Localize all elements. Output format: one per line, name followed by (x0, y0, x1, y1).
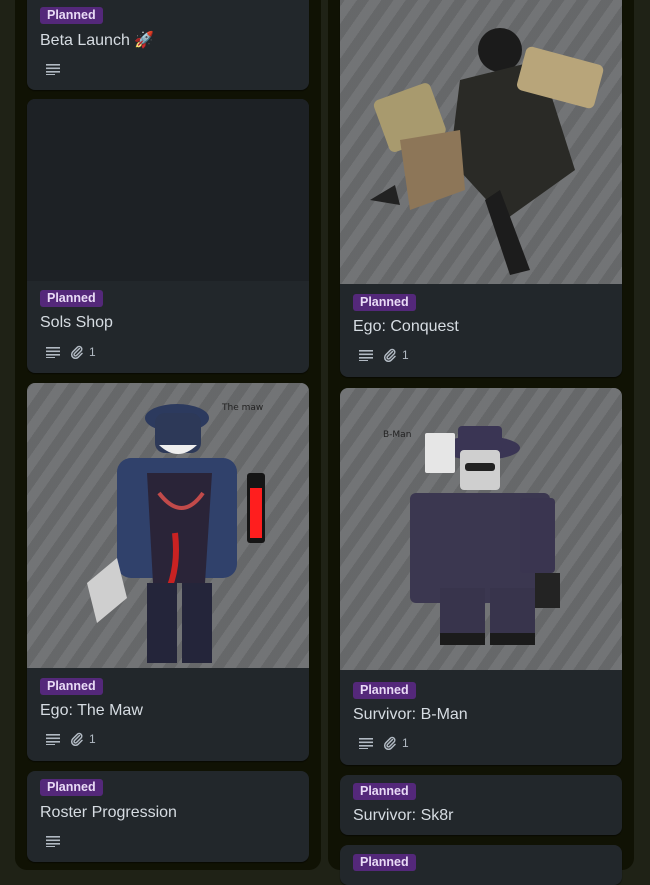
card-title: Roster Progression (40, 804, 177, 821)
card-ego-the-maw[interactable]: The maw Planned Ego: The Maw 1 (27, 383, 309, 761)
label-planned: Planned (40, 779, 103, 796)
description-icon (359, 350, 373, 361)
character-illustration (87, 404, 265, 663)
paperclip-icon (383, 736, 396, 750)
attachment-count: 1 (70, 732, 96, 746)
card-title: Sols Shop (40, 314, 113, 331)
description-icon (46, 734, 60, 745)
attachment-count-value: 1 (89, 732, 96, 746)
card-survivor-sk8r[interactable]: Planned Survivor: Sk8r (340, 775, 622, 835)
card-survivor-bman[interactable]: B-Man Planned Survivor: B-Man 1 (340, 388, 622, 765)
card-badges (46, 61, 60, 77)
description-icon (359, 738, 373, 749)
card-badges (46, 833, 60, 849)
card-title: Ego: The Maw (40, 702, 143, 719)
label-planned: Planned (353, 783, 416, 800)
card-title: Survivor: Sk8r (353, 807, 454, 824)
attachment-count: 1 (383, 736, 409, 750)
paperclip-icon (70, 732, 83, 746)
label-planned: Planned (353, 294, 416, 311)
label-planned: Planned (40, 678, 103, 695)
paperclip-icon (383, 348, 396, 362)
card-badges: 1 (46, 344, 96, 360)
card-badges: 1 (46, 731, 96, 747)
card-cover: The maw (27, 383, 309, 668)
card-next[interactable]: Planned (340, 845, 622, 885)
card-roster-progression[interactable]: Planned Roster Progression (27, 771, 309, 862)
attachment-count-value: 1 (402, 736, 409, 750)
card-cover (27, 99, 309, 281)
card-cover: B-Man (340, 388, 622, 670)
card-title: Beta Launch 🚀 (40, 32, 155, 49)
label-planned: Planned (40, 290, 103, 307)
card-beta-launch[interactable]: Planned Beta Launch 🚀 (27, 0, 309, 90)
card-badges: 1 (359, 735, 409, 751)
card-title: Ego: Conquest (353, 318, 459, 335)
label-planned: Planned (40, 7, 103, 24)
character-illustration (410, 426, 560, 645)
description-icon (46, 64, 60, 75)
attachment-count-value: 1 (89, 345, 96, 359)
attachment-count-value: 1 (402, 348, 409, 362)
attachment-count: 1 (70, 345, 96, 359)
attachment-count: 1 (383, 348, 409, 362)
card-sols-shop[interactable]: Planned Sols Shop 1 (27, 99, 309, 373)
description-icon (46, 836, 60, 847)
card-title: Survivor: B-Man (353, 706, 468, 723)
character-illustration (370, 28, 604, 275)
description-icon (46, 347, 60, 358)
label-planned: Planned (353, 854, 416, 871)
card-cover (340, 0, 622, 284)
label-planned: Planned (353, 682, 416, 699)
card-ego-conquest[interactable]: Planned Ego: Conquest 1 (340, 0, 622, 377)
card-badges: 1 (359, 347, 409, 363)
paperclip-icon (70, 345, 83, 359)
